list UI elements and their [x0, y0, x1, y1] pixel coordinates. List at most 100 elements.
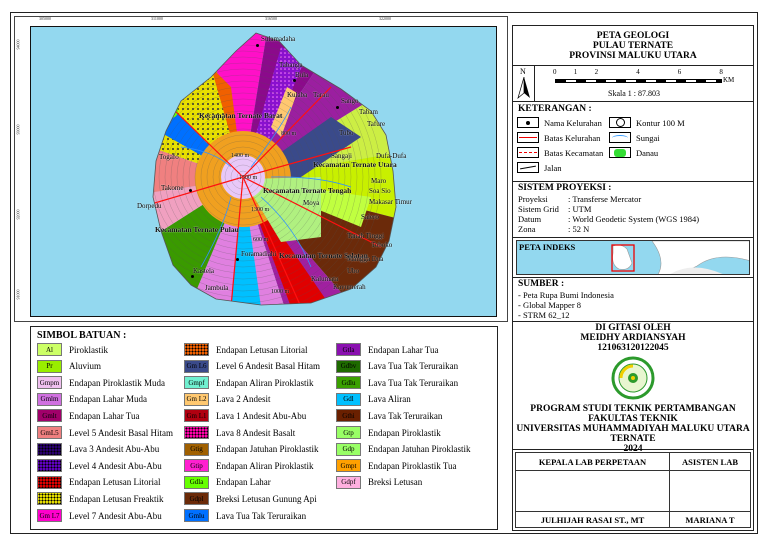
- place-label: Takome: [161, 184, 184, 192]
- university-name: UNIVERSITAS MUHAMMADIYAH MALUKU UTARA: [516, 424, 750, 434]
- credit-section: DI GITASI OLEH MEIDHY ARDIANSYAH 1210631…: [513, 322, 753, 454]
- legend-symbol-label: Nama Kelurahan: [544, 117, 602, 128]
- legend-swatch: Gthi: [336, 409, 361, 423]
- projection-section: SISTEM PROYEKSI : Proyeksi: Transferse M…: [513, 182, 753, 238]
- legend-item: Lava 3 Andesit Abu-Abu: [37, 442, 159, 457]
- place-label: Ubo: [347, 267, 360, 275]
- contour-label: 800 m: [281, 131, 297, 137]
- credit-line: DI GITASI OLEH: [595, 323, 671, 333]
- index-map-title: PETA INDEKS: [519, 242, 576, 252]
- legend-label: Endapan Lahar Muda: [69, 394, 147, 405]
- north-label: N: [520, 67, 526, 76]
- legend-item: Gdl Lava Aliran: [336, 392, 411, 407]
- place-label: Dufa-Dufa: [376, 152, 407, 160]
- legend-label: Endapan Piroklastik: [368, 427, 441, 438]
- faculty-name: FAKULTAS TEKNIK: [588, 414, 678, 424]
- legend-symbol-item: Danau: [609, 147, 658, 158]
- legend-label: Lava 3 Andesit Abu-Abu: [69, 444, 160, 455]
- grid-y-label: 94000: [15, 39, 21, 50]
- grid-x-label: 322000: [379, 16, 391, 21]
- legend-item: Gm L1 Lava 1 Andesit Abu-Abu: [184, 408, 306, 423]
- projection-key: Sistem Grid: [518, 204, 559, 214]
- legend-item: Endapan Letusan Freaktik: [37, 491, 163, 506]
- grid-y-label: 93000: [15, 124, 21, 135]
- scale-unit: KM: [723, 76, 735, 84]
- legend-label: Lava Tua Tak Teruraikan: [216, 510, 307, 521]
- legend-swatch: Gmlt: [37, 409, 62, 423]
- scale-tick-label: 1: [573, 68, 578, 76]
- legend-label: Endapan Letusan Litorial: [216, 344, 308, 355]
- legend-item: Gdpf Breksi Letusan: [336, 475, 422, 490]
- index-map-section: PETA INDEKS: [513, 238, 753, 278]
- place-label: Sulamadaha: [261, 35, 296, 43]
- legend-swatch: Gtip: [184, 459, 209, 473]
- island-geology-svg: [152, 32, 397, 306]
- legend-swatch: [184, 426, 209, 439]
- legend-item: Endapan Letusan Litorial: [184, 342, 307, 357]
- grid-y-label: 92000: [15, 209, 21, 220]
- place-label: Jambula: [205, 284, 229, 292]
- source-item: - STRM 62_12: [518, 310, 570, 320]
- district-label: Kecamatan Ternate Utara: [313, 160, 397, 169]
- legend-item: Endapan Letusan Litorial: [37, 475, 160, 490]
- contour-label: 1400 m: [231, 153, 250, 159]
- title-line: PULAU TERNATE: [592, 41, 674, 51]
- geology-map[interactable]: Sulamadaha Tabanga Bula Kulaba Tarau San…: [30, 26, 497, 317]
- legend-keterangan: KETERANGAN : Nama Kelurahan Kontur 100 M B…: [513, 102, 753, 182]
- legend-symbol-label: Jalan: [544, 162, 562, 173]
- legend-item: Gm L7 Level 7 Andesit Abu-Abu: [37, 508, 162, 523]
- place-label: Kastela: [193, 267, 214, 275]
- scale-bar: [555, 79, 722, 83]
- grid-y-label: 91000: [15, 289, 21, 300]
- legend-swatch: Gmlm: [37, 392, 62, 406]
- contour-label: 1300 m: [251, 207, 270, 213]
- legend-swatch: [37, 459, 62, 473]
- legend-label: Lava Tua Tak Teruraikan: [368, 377, 459, 388]
- legend-swatch: Gdbv: [336, 359, 361, 373]
- legend-label: Endapan Lahar: [216, 477, 271, 488]
- north-arrow-icon: [517, 77, 530, 99]
- legend-symbol-label: Kontur 100 M: [636, 117, 685, 128]
- legend-item: Gmpm Endapan Piroklastik Muda: [37, 375, 165, 390]
- place-label: Sangaji: [331, 152, 352, 160]
- legend-swatch: Gdlu: [336, 376, 361, 390]
- legend-item: Level 4 Andesit Abu-Abu: [37, 458, 162, 473]
- legend-label: Breksi Letusan Gunung Api: [216, 493, 317, 504]
- place-label: Togafo: [159, 153, 179, 161]
- legend-swatch: Gmlu: [184, 509, 209, 522]
- legend-item: Gtig Endapan Jatuhan Piroklastik: [184, 442, 318, 457]
- legend-swatch: Gm L2: [184, 392, 209, 406]
- legend-label: Lava 8 Andesit Basalt: [216, 427, 296, 438]
- legend-symbol-label: Danau: [636, 147, 659, 158]
- index-map[interactable]: PETA INDEKS: [516, 240, 750, 275]
- signatory-name: MARIANA T: [669, 511, 751, 528]
- place-label: Tanah Tinggi: [347, 232, 385, 240]
- place-label: Tubo: [339, 129, 354, 137]
- place-label: Moya: [303, 199, 320, 207]
- legend-label: Endapan Letusan Freaktik: [69, 493, 164, 504]
- contour-label: 600 m: [253, 237, 269, 243]
- projection-value: : 52 N: [568, 224, 590, 234]
- city-name: TERNATE: [610, 434, 656, 444]
- place-label: Dorpedu: [137, 202, 162, 210]
- rock-legend: SIMBOL BATUAN : Al Piroklastik Pr Aluvium Gm…: [30, 326, 498, 530]
- signatory-name: JULHIJAH RASAI ST., MT: [514, 511, 671, 528]
- projection-key: Proyeksi: [518, 194, 548, 204]
- legend-swatch: [37, 492, 62, 506]
- legend-swatch: Gtp: [336, 426, 361, 439]
- place-label: Sango: [341, 97, 359, 105]
- source-section: SUMBER : - Peta Rupa Bumi Indonesia - Gl…: [513, 278, 753, 322]
- info-panel: PETA GEOLOGI PULAU TERNATE PROVINSI MALU…: [512, 25, 754, 531]
- projection-key: Datum: [518, 214, 542, 224]
- legend-item: Gm L2 Lava 2 Andesit: [184, 392, 271, 407]
- river-icon: [609, 132, 631, 143]
- legend-label: Endapan Piroklastik Muda: [69, 377, 165, 388]
- place-label: Toboko: [371, 241, 393, 249]
- signature-table: KEPALA LAB PERPETAAN ASISTEN LAB JULHIJAH…: [514, 452, 751, 528]
- legend-label: Endapan Lahar Tua: [368, 344, 439, 355]
- legend-item: GmL5 Level 5 Andesit Basal Hitam: [37, 425, 173, 440]
- legend-symbol-label: Batas Kecamatan: [544, 147, 604, 158]
- legend-symbol-item: Kontur 100 M: [609, 117, 685, 128]
- projection-row: Sistem Grid: UTM: [518, 204, 591, 214]
- projection-row: Proyeksi: Transferse Mercator: [518, 194, 641, 204]
